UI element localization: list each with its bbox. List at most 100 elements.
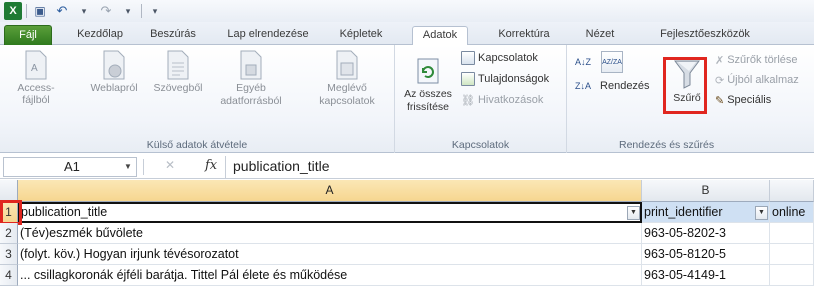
row-header-3[interactable]: 3 — [0, 244, 18, 265]
external-data-group-label: Külső adatok átvétele — [146, 139, 248, 151]
properties-button[interactable]: Tulajdonságok — [461, 70, 549, 88]
undo-icon[interactable]: ↶ — [53, 2, 71, 20]
insert-function-icon[interactable]: fx — [205, 158, 217, 173]
cell-b1[interactable]: print_identifier — [642, 202, 770, 223]
cell-a2[interactable]: (Tév)eszmék bűvölete — [18, 223, 642, 244]
name-box[interactable]: A1 — [3, 157, 137, 177]
sort-descending-icon: Z↓A — [575, 81, 592, 91]
cancel-entry-icon[interactable]: ✕ — [165, 158, 175, 172]
redo-dropdown-icon[interactable]: ▾ — [119, 2, 137, 20]
cell-a1[interactable]: publication_title — [18, 202, 642, 223]
sort-ascending-icon: A↓Z — [575, 57, 592, 67]
from-other-label-1: Egyéb — [236, 82, 266, 94]
sort-label: Rendezés — [600, 80, 650, 92]
from-text-button[interactable]: Szövegből — [150, 49, 206, 94]
from-access-button[interactable]: A Access-fájlból — [8, 49, 64, 106]
existing-connections-button[interactable]: Meglévő kapcsolatok — [312, 49, 382, 107]
reapply-icon: ⟳ — [715, 74, 725, 87]
reapply-button[interactable]: ⟳ Újból alkalmaz — [715, 71, 799, 89]
clear-filters-button[interactable]: ✗ Szűrők törlése — [715, 51, 798, 69]
sort-dialog-button[interactable]: AZ/ZA — [601, 51, 623, 73]
edit-links-label: Hivatkozások — [477, 94, 544, 106]
redo-icon[interactable]: ↷ — [97, 2, 115, 20]
existing-connections-icon — [336, 50, 358, 80]
clear-filter-icon: ✗ — [715, 54, 725, 67]
existing-connections-label-2: kapcsolatok — [319, 95, 375, 107]
from-web-button[interactable]: Weblapról — [86, 49, 142, 94]
web-page-icon — [103, 50, 125, 80]
name-box-dropdown-icon[interactable]: ▼ — [124, 162, 132, 171]
ribbon-data: A Access-fájlból Weblapról Szövegből Egy… — [0, 45, 814, 153]
quick-access-toolbar: X ▣ ↶ ▾ ↷ ▾ ▾ — [0, 0, 814, 22]
customize-qat-icon[interactable]: ▾ — [146, 2, 164, 20]
row-header-4[interactable]: 4 — [0, 265, 18, 286]
sort-z-to-a-button[interactable]: Z↓A Rendezés — [575, 77, 650, 95]
svg-text:A: A — [31, 63, 38, 74]
text-file-icon — [167, 50, 189, 80]
filter-dropdown-icon[interactable]: ▼ — [627, 206, 640, 220]
reapply-label: Újból alkalmaz — [727, 74, 799, 86]
sort-dialog-icon: AZ/ZA — [602, 58, 622, 66]
filter-highlight-box — [663, 57, 707, 114]
properties-icon — [461, 72, 475, 86]
access-file-icon: A — [25, 50, 47, 80]
row-header-2[interactable]: 2 — [0, 223, 18, 244]
tab-insert[interactable]: Beszúrás — [145, 26, 201, 45]
tab-review[interactable]: Korrektúra — [492, 26, 556, 45]
column-header-b[interactable]: B — [642, 180, 770, 202]
group-sort-filter: A↓Z AZ/ZA Z↓A Rendezés Szűrő ✗ Szűrők tö… — [567, 45, 814, 153]
undo-dropdown-icon[interactable]: ▾ — [75, 2, 93, 20]
from-web-label: Weblapról — [90, 82, 138, 94]
cell-c1[interactable]: online — [770, 202, 814, 223]
connections-icon — [461, 51, 475, 65]
tab-view[interactable]: Nézet — [580, 26, 620, 45]
from-access-label: Access-fájlból — [17, 82, 55, 106]
edit-links-button[interactable]: ⛓ Hivatkozások — [461, 91, 543, 109]
qat-separator — [141, 4, 142, 18]
cell-b4[interactable]: 963-05-4149-1 — [642, 265, 770, 286]
cell-c3[interactable] — [770, 244, 814, 265]
refresh-all-label-2: frissítése — [406, 101, 449, 113]
formula-input[interactable]: publication_title — [225, 156, 814, 178]
other-sources-icon — [240, 50, 262, 80]
tab-developer[interactable]: Fejlesztőeszközök — [650, 26, 760, 45]
refresh-icon — [417, 58, 439, 84]
cell-c2[interactable] — [770, 223, 814, 244]
tab-data[interactable]: Adatok — [412, 26, 468, 46]
refresh-all-button[interactable]: Az összes frissítése — [397, 55, 459, 113]
tab-file[interactable]: Fájl — [4, 25, 52, 45]
save-icon[interactable]: ▣ — [31, 2, 49, 20]
cell-b2[interactable]: 963-05-8202-3 — [642, 223, 770, 244]
refresh-all-label-1: Az összes — [404, 88, 452, 100]
advanced-filter-button[interactable]: ✎ Speciális — [715, 91, 771, 109]
select-all-corner[interactable] — [0, 180, 18, 202]
tab-formulas[interactable]: Képletek — [333, 26, 389, 45]
tab-home[interactable]: Kezdőlap — [70, 26, 130, 45]
clear-filters-label: Szűrők törlése — [727, 54, 798, 66]
tab-page-layout[interactable]: Lap elrendezése — [220, 26, 316, 45]
from-text-label: Szövegből — [153, 82, 203, 94]
group-get-external-data: A Access-fájlból Weblapról Szövegből Egy… — [0, 45, 395, 153]
properties-label: Tulajdonságok — [478, 73, 550, 85]
links-icon: ⛓ — [461, 94, 475, 107]
excel-logo-icon[interactable]: X — [4, 2, 22, 20]
group-connections: Az összes frissítése Kapcsolatok Tulajdo… — [395, 45, 567, 153]
row1-highlight-box — [0, 200, 22, 225]
cell-b3[interactable]: 963-05-8120-5 — [642, 244, 770, 265]
sort-filter-group-label: Rendezés és szűrés — [619, 139, 715, 151]
filter-dropdown-icon[interactable]: ▼ — [755, 206, 768, 220]
ribbon-tabs: Fájl Kezdőlap Beszúrás Lap elrendezése K… — [0, 22, 814, 46]
column-header-c[interactable] — [770, 180, 814, 202]
connections-group-label: Kapcsolatok — [451, 139, 510, 151]
column-header-a[interactable]: A — [18, 180, 642, 202]
worksheet-grid: A B 1 publication_title ▼ print_identifi… — [0, 180, 814, 291]
sort-a-to-z-button[interactable]: A↓Z — [575, 53, 591, 71]
formula-bar: A1 ▼ ✕ fx publication_title — [0, 156, 814, 179]
from-other-label-2: adatforrásból — [220, 95, 282, 107]
connections-label: Kapcsolatok — [478, 52, 538, 64]
from-other-sources-button[interactable]: Egyéb adatforrásból — [216, 49, 286, 107]
connections-button[interactable]: Kapcsolatok — [461, 49, 538, 67]
cell-a3[interactable]: (folyt. köv.) Hogyan irjunk tévésorozato… — [18, 244, 642, 265]
cell-c4[interactable] — [770, 265, 814, 286]
cell-a4[interactable]: ... csillagkoronák éjféli barátja. Titte… — [18, 265, 642, 286]
